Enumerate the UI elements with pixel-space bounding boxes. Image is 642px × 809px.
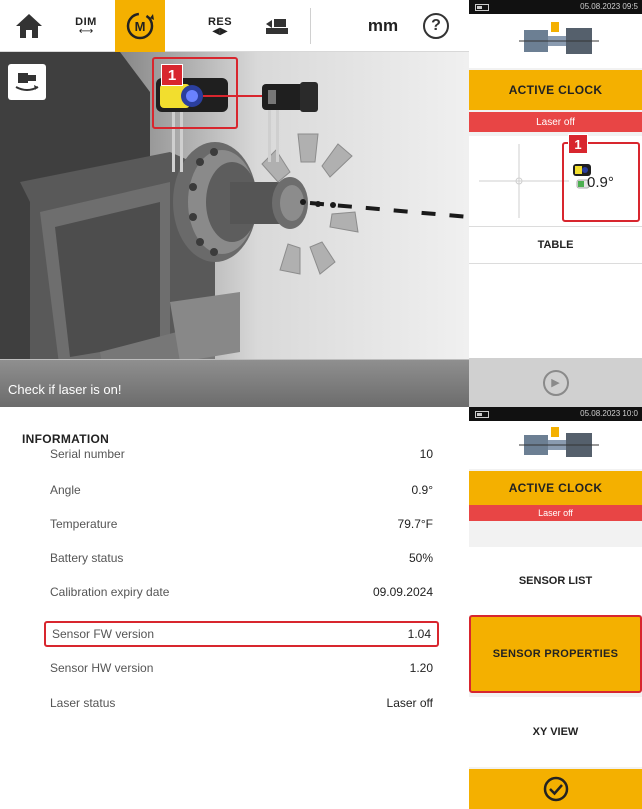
row-value: Laser off: [386, 696, 433, 710]
battery-icon: [475, 4, 489, 11]
xy-view-button[interactable]: XY VIEW: [469, 697, 642, 767]
info-row-calibration-expiry: Calibration expiry date 09.09.2024: [44, 579, 439, 605]
information-panel: INFORMATION Serial number 10 Angle 0.9° …: [0, 407, 469, 809]
machine-thumbnail[interactable]: [469, 421, 642, 469]
home-icon: [16, 14, 42, 38]
measure-button[interactable]: M: [115, 0, 165, 52]
info-row-serial-number: Serial number 10: [44, 441, 439, 467]
help-button[interactable]: ?: [414, 0, 458, 52]
right-panel-top: 05.08.2023 09:5 ACTIVE CLOCK Laser off 1…: [469, 0, 642, 407]
active-clock-button[interactable]: ACTIVE CLOCK: [469, 471, 642, 505]
confirm-button[interactable]: [469, 769, 642, 809]
table-button[interactable]: TABLE: [469, 226, 642, 264]
unit-label: mm: [367, 16, 399, 35]
battery-icon: [475, 411, 489, 418]
measure-label: M: [135, 19, 146, 34]
laser-status-bar: Laser off: [469, 505, 642, 521]
row-value: 09.09.2024: [372, 585, 433, 599]
row-label: Battery status: [50, 551, 124, 565]
info-row-angle: Angle 0.9°: [44, 477, 439, 503]
toolbar-divider: [310, 8, 311, 44]
sensor-properties-screen: INFORMATION Serial number 10 Angle 0.9° …: [0, 407, 642, 809]
double-arrow-icon: ⟷: [78, 25, 94, 37]
row-label: Sensor HW version: [50, 661, 154, 675]
info-row-sensor-hw-version: Sensor HW version 1.20: [44, 655, 439, 681]
sensor-properties-button[interactable]: SENSOR PROPERTIES: [469, 615, 642, 693]
check-circle-icon: [543, 776, 568, 802]
status-bar: Check if laser is on!: [0, 359, 469, 407]
measurement-screen: DIM ⟷ M RES ◀▶ mm ? 1 Check if laser is …: [0, 0, 642, 407]
row-label: Angle: [50, 483, 81, 497]
panel-blank: [469, 264, 642, 358]
info-row-sensor-fw-version: Sensor FW version 1.04: [44, 621, 439, 647]
converging-arrows-icon: ◀▶: [212, 25, 228, 37]
status-message: Check if laser is on!: [8, 382, 122, 397]
clock-view[interactable]: 1 0.9°: [469, 134, 642, 226]
row-value: 10: [419, 447, 433, 461]
phone-status-bar: 05.08.2023 10:0: [469, 407, 642, 421]
phone-time: 05.08.2023 10:0: [580, 409, 638, 418]
machine-view-icon: [15, 73, 39, 91]
play-button[interactable]: ▶: [542, 369, 569, 396]
info-row-battery-status: Battery status 50%: [44, 545, 439, 571]
sensor-list-button[interactable]: SENSOR LIST: [469, 547, 642, 615]
laser-status-bar: Laser off: [469, 112, 642, 132]
row-label: Sensor FW version: [52, 627, 155, 641]
info-row-temperature: Temperature 79.7°F: [44, 511, 439, 537]
row-value: 79.7°F: [397, 517, 433, 531]
machine-3d-view[interactable]: 1 Check if laser is on!: [0, 52, 469, 407]
phone-status-bar: 05.08.2023 09:5: [469, 0, 642, 14]
home-button[interactable]: [4, 0, 54, 52]
callout-badge-1: 1: [568, 134, 588, 154]
machine-thumbnail-icon: [519, 22, 599, 54]
move-button[interactable]: [252, 0, 302, 52]
callout-badge-1: 1: [161, 64, 183, 86]
phone-time: 05.08.2023 09:5: [580, 2, 638, 11]
info-row-laser-status: Laser status Laser off: [44, 690, 439, 716]
row-value: 1.04: [407, 627, 431, 641]
row-label: Serial number: [50, 447, 125, 461]
row-value: 1.20: [409, 661, 433, 675]
row-label: Laser status: [50, 696, 116, 710]
machine-thumbnail[interactable]: [469, 14, 642, 68]
root: DIM ⟷ M RES ◀▶ mm ? 1 Check if laser is …: [0, 0, 642, 809]
row-label: Calibration expiry date: [50, 585, 170, 599]
machine-thumbnail-icon: [519, 427, 599, 457]
dimensions-button[interactable]: DIM ⟷: [62, 0, 110, 52]
view-rotate-button[interactable]: [8, 64, 46, 100]
measure-clock-icon: M: [126, 12, 154, 40]
results-button[interactable]: RES ◀▶: [196, 0, 244, 52]
top-toolbar: DIM ⟷ M RES ◀▶ mm ?: [0, 0, 469, 52]
row-value: 0.9°: [411, 483, 433, 497]
active-clock-button[interactable]: ACTIVE CLOCK: [469, 70, 642, 110]
row-label: Temperature: [50, 517, 118, 531]
row-value: 50%: [408, 551, 433, 565]
machine-move-icon: [266, 19, 288, 34]
play-bar: ▶: [469, 358, 642, 407]
angle-value: 0.9°: [587, 174, 614, 191]
right-panel-bottom: 05.08.2023 10:0 ACTIVE CLOCK Laser off S…: [469, 407, 642, 809]
unit-button[interactable]: mm: [360, 0, 406, 52]
help-icon: ?: [423, 13, 449, 39]
